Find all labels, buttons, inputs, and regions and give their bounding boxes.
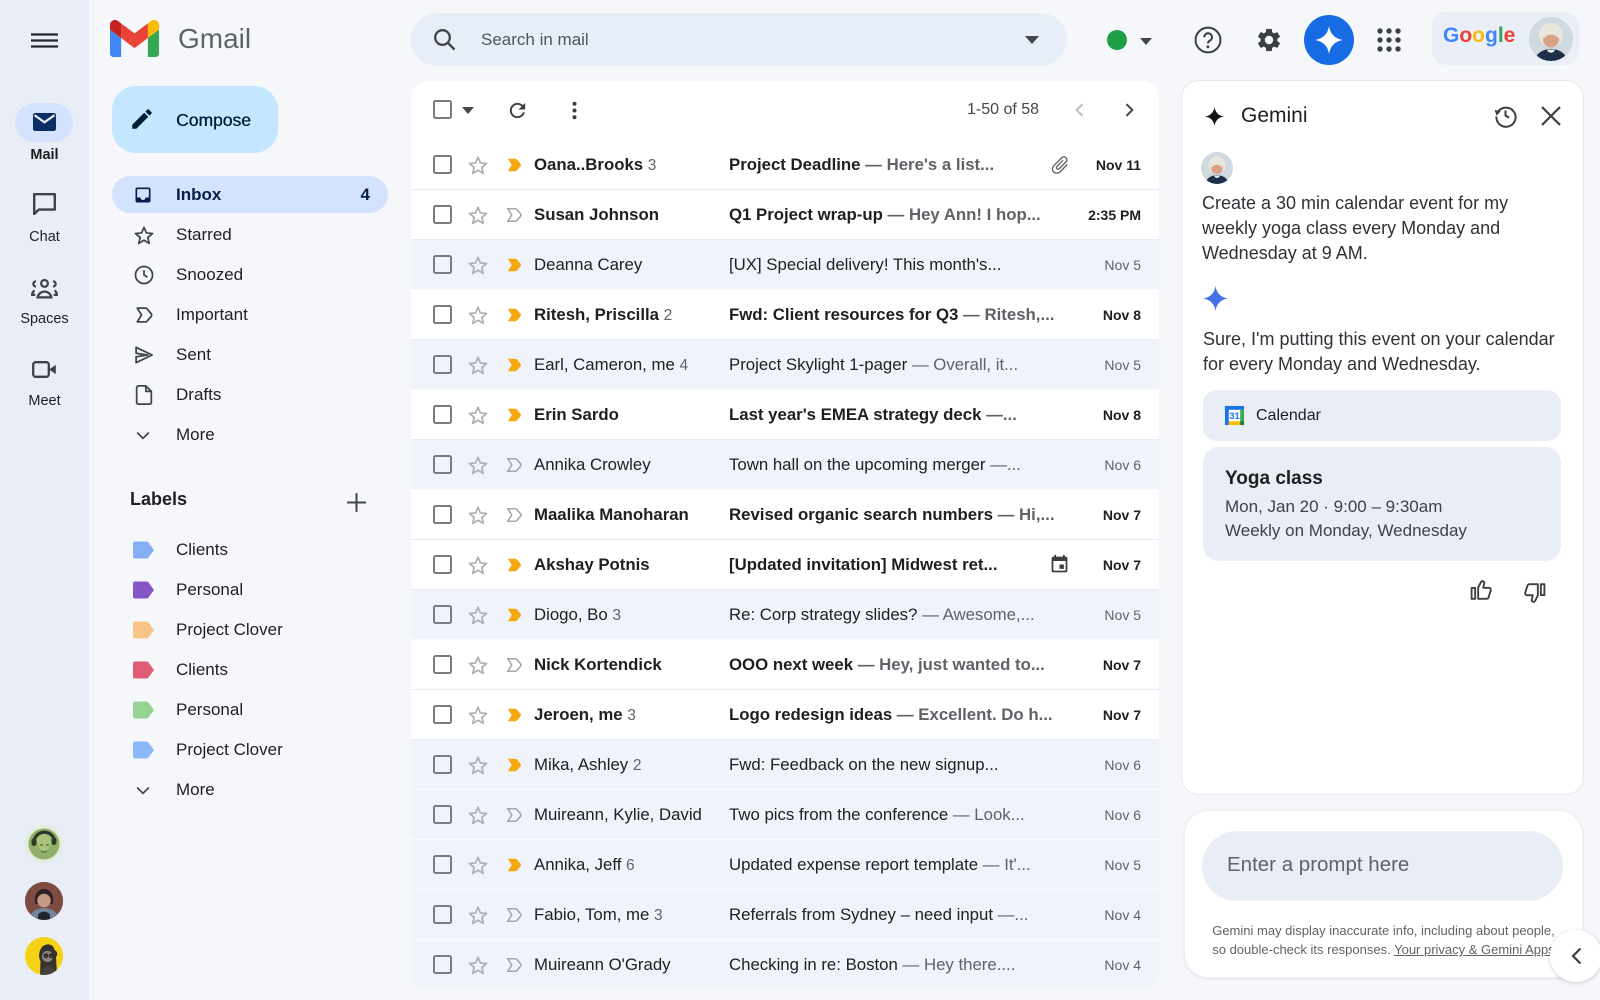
svg-text:31: 31	[1229, 411, 1240, 422]
